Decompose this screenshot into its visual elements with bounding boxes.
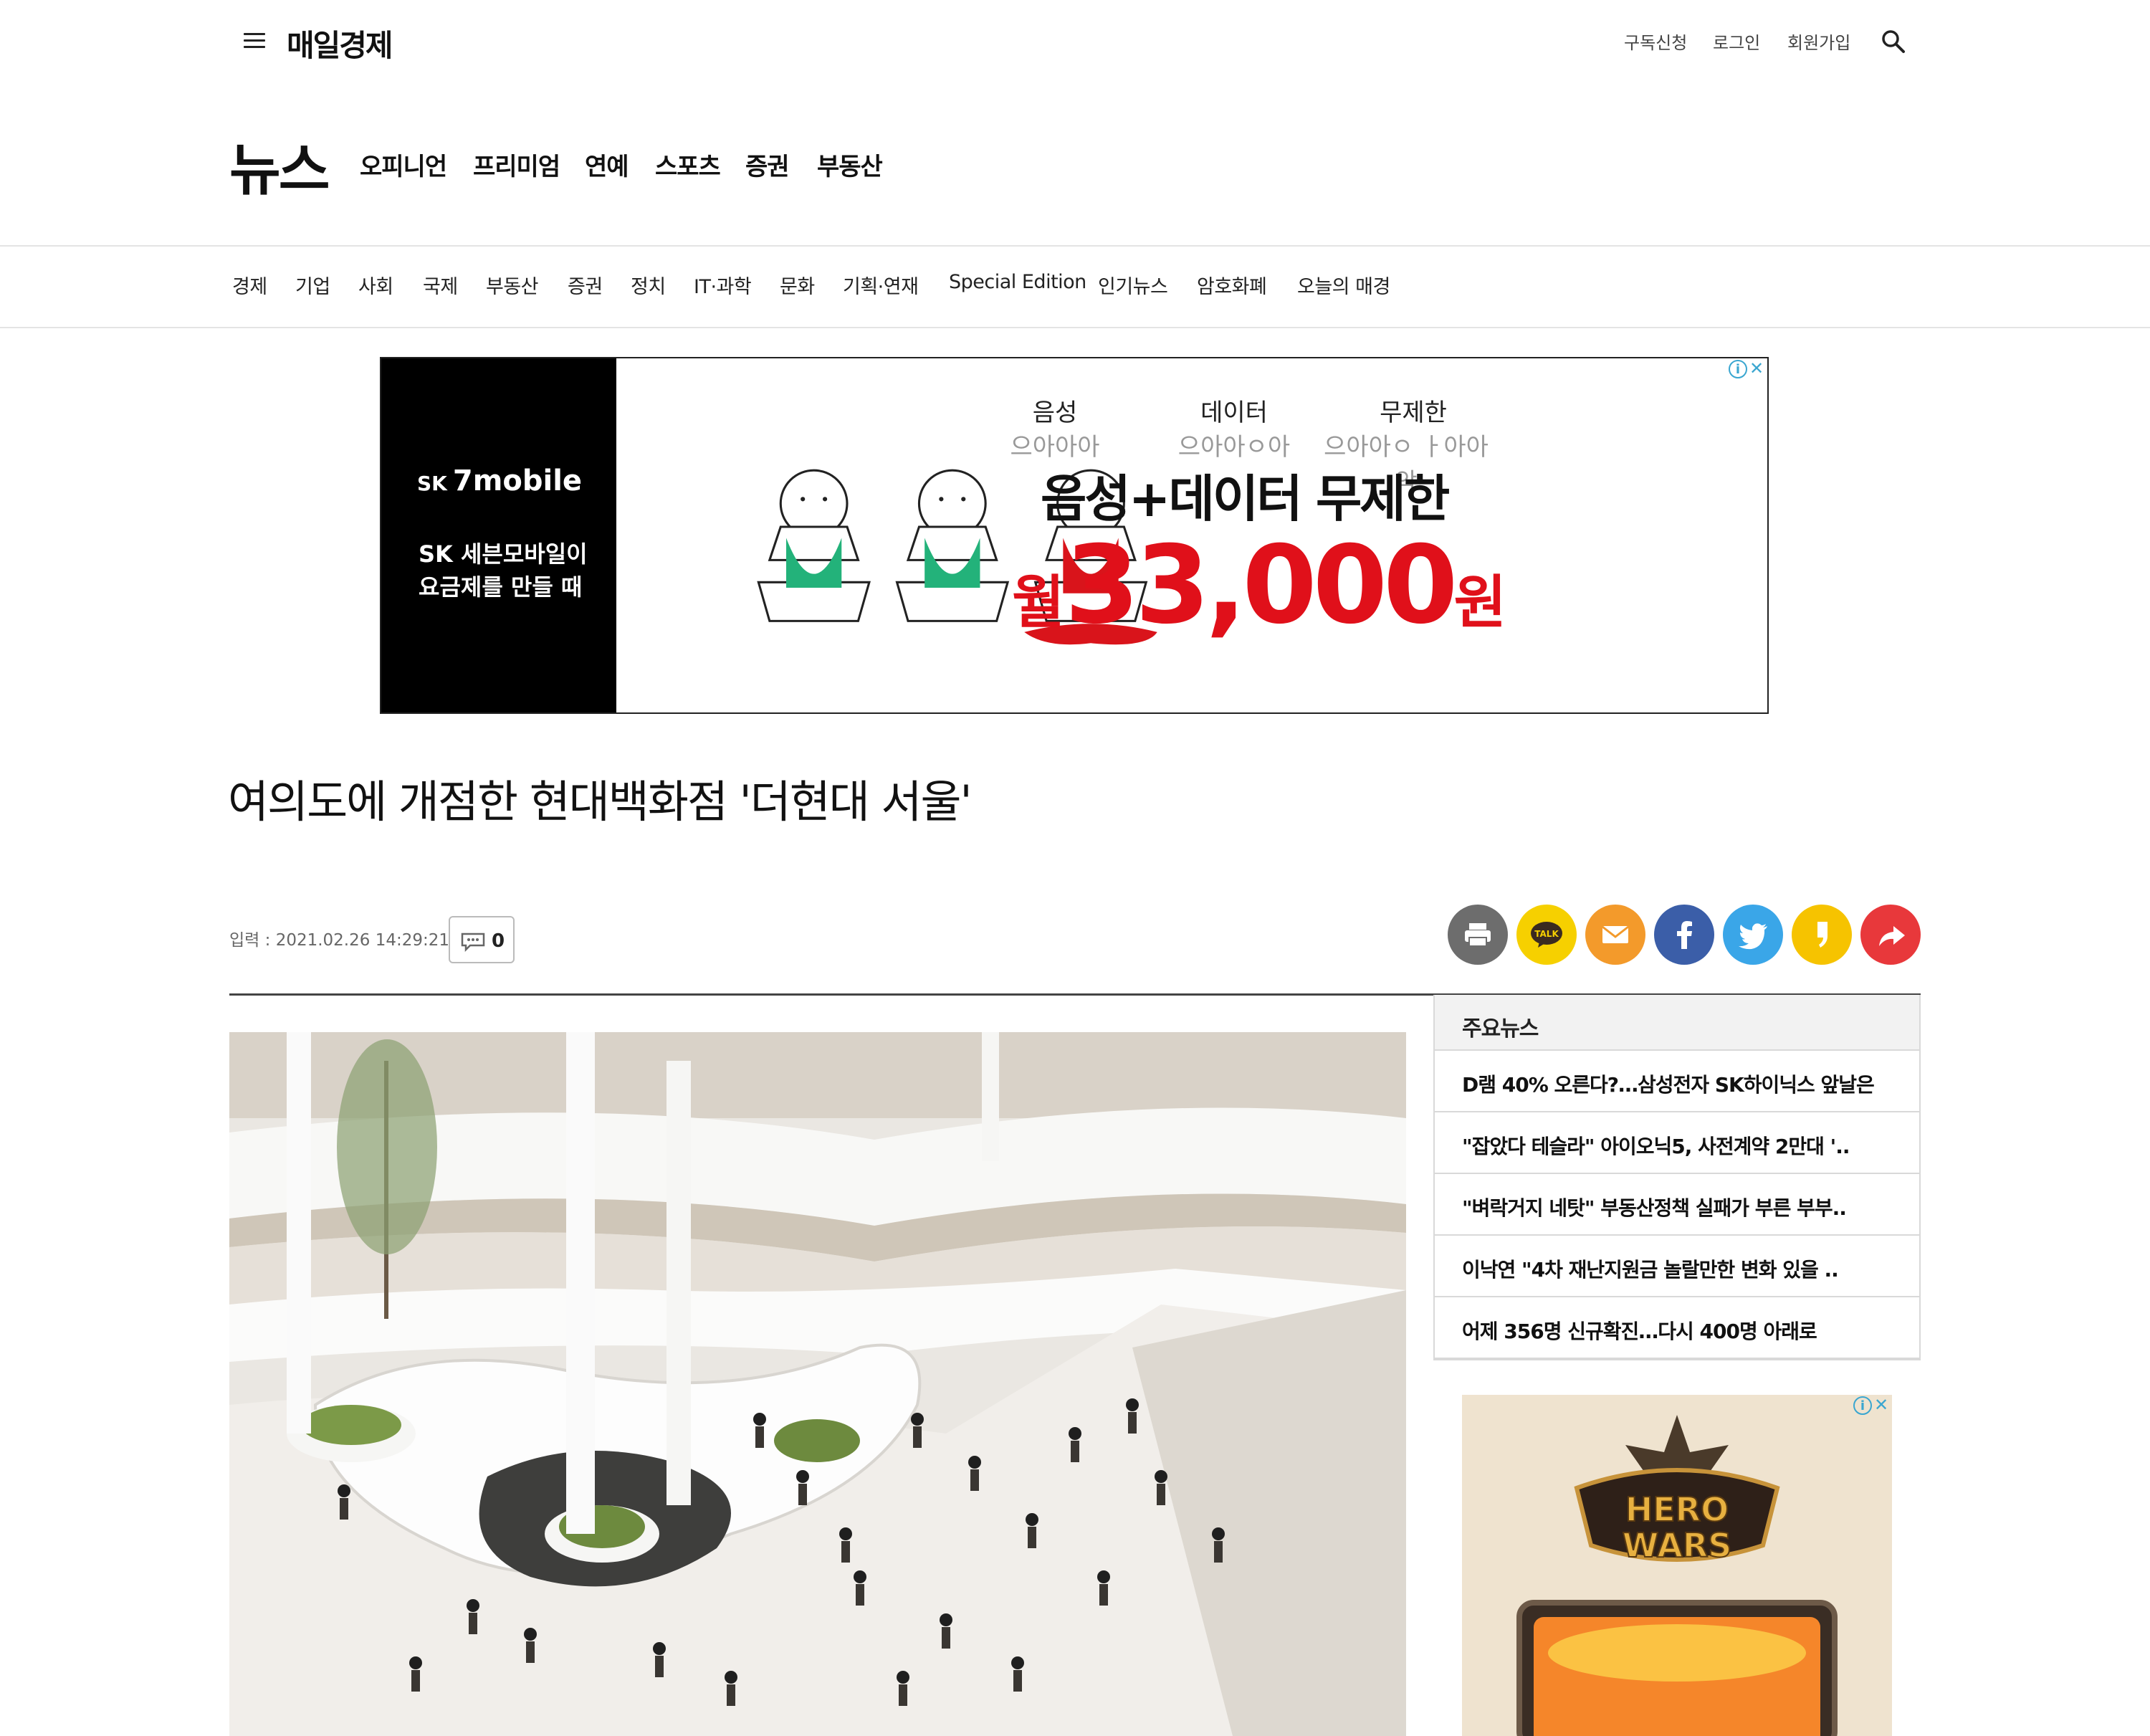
comment-icon — [461, 933, 485, 952]
article-headline: 여의도에 개점한 현대백화점 '더현대 서울' — [228, 776, 973, 828]
ad-close-icon[interactable]: ✕ — [1747, 360, 1766, 378]
ad-brand-panel: SK 7mobile SK 세븐모바일이 요금제를 만들 때 — [381, 358, 616, 712]
search-icon[interactable] — [1881, 29, 1906, 54]
ad-close-icon[interactable]: ✕ — [1872, 1396, 1891, 1415]
category-stocks[interactable]: 증권 — [568, 271, 603, 299]
email-button[interactable] — [1585, 905, 1645, 965]
ad-brand-logo: SK 7mobile — [417, 464, 583, 497]
section-title[interactable]: 뉴스 — [229, 125, 330, 206]
kakaostory-icon — [1792, 905, 1852, 965]
category-special-edition[interactable]: Special Edition — [949, 271, 1086, 293]
category-it-science[interactable]: IT·과학 — [694, 271, 752, 299]
category-todays-mk[interactable]: 오늘의 매경 — [1297, 271, 1390, 299]
category-popular-news[interactable]: 인기뉴스 — [1098, 271, 1168, 299]
category-society[interactable]: 사회 — [358, 271, 393, 299]
ad-label: 음성 — [1032, 399, 1078, 427]
menu-icon[interactable] — [244, 33, 265, 49]
ad-info-icon[interactable]: i — [1729, 360, 1747, 378]
twitter-button[interactable] — [1723, 905, 1783, 965]
kakaotalk-icon: TALK — [1516, 905, 1577, 965]
section-nav-realestate[interactable]: 부동산 — [817, 147, 883, 182]
top-news-panel: 주요뉴스 D램 40% 오른다?…삼성전자 SK하이닉스 앞날은 "잡았다 테슬… — [1433, 995, 1921, 1360]
category-business[interactable]: 기업 — [295, 271, 330, 299]
print-icon — [1448, 905, 1508, 965]
section-nav-premium[interactable]: 프리미엄 — [473, 147, 560, 182]
side-banner-ad[interactable]: HERO WARS i ✕ — [1462, 1395, 1892, 1736]
email-icon — [1585, 905, 1645, 965]
category-international[interactable]: 국제 — [423, 271, 458, 299]
category-features[interactable]: 기획·연재 — [843, 271, 919, 299]
top-news-header: 주요뉴스 — [1435, 995, 1919, 1051]
share-icon — [1860, 905, 1921, 965]
ad-logo-text: HERO — [1625, 1490, 1729, 1529]
comment-count: 0 — [492, 930, 505, 952]
kakaostory-button[interactable] — [1792, 905, 1852, 965]
hero-wars-ad-art: HERO WARS — [1462, 1395, 1892, 1736]
site-logo[interactable]: 매일경제 — [287, 22, 393, 65]
ad-copy: SK 세븐모바일이 — [419, 540, 588, 568]
section-nav-stocks[interactable]: 증권 — [745, 147, 790, 182]
ad-sublabel: 으아아ㅇ아 — [1177, 433, 1291, 462]
section-nav-sports[interactable]: 스포츠 — [655, 147, 721, 182]
top-news-item[interactable]: D램 40% 오른다?…삼성전자 SK하이닉스 앞날은 — [1435, 1051, 1919, 1112]
facebook-icon — [1654, 905, 1714, 965]
divider — [0, 245, 2150, 247]
section-nav-entertainment[interactable]: 연예 — [585, 147, 629, 182]
top-news-item[interactable]: "벼락거지 네탓" 부동산정책 실패가 부른 부부.. — [1435, 1174, 1919, 1236]
top-news-item[interactable]: "잡았다 테슬라" 아이오닉5, 사전계약 2만대 '.. — [1435, 1112, 1919, 1174]
category-realestate[interactable]: 부동산 — [486, 271, 539, 299]
category-politics[interactable]: 정치 — [631, 271, 666, 299]
ad-logo-text: WARS — [1623, 1526, 1732, 1565]
category-culture[interactable]: 문화 — [780, 271, 815, 299]
signup-link[interactable]: 회원가입 — [1787, 29, 1850, 54]
top-banner-ad[interactable]: SK 7mobile SK 세븐모바일이 요금제를 만들 때 음성 데이터 무제한… — [380, 357, 1769, 714]
print-button[interactable] — [1448, 905, 1508, 965]
ad-label: 무제한 — [1380, 399, 1447, 427]
top-news-title: 주요뉴스 — [1462, 1016, 1539, 1041]
ad-info-icon[interactable]: i — [1853, 1396, 1872, 1415]
ad-copy: 요금제를 만들 때 — [419, 573, 583, 601]
comment-button[interactable]: 0 — [449, 916, 515, 963]
kakaotalk-button[interactable]: TALK — [1516, 905, 1577, 965]
ad-headline: 음성+데이터 무제한 — [1041, 469, 1450, 528]
login-link[interactable]: 로그인 — [1713, 29, 1760, 54]
facebook-button[interactable] — [1654, 905, 1714, 965]
category-crypto[interactable]: 암호화폐 — [1197, 271, 1267, 299]
subscribe-link[interactable]: 구독신청 — [1624, 29, 1687, 54]
article-photo — [229, 1032, 1406, 1736]
share-button[interactable] — [1860, 905, 1921, 965]
ad-price: 월33,000원 — [1012, 523, 1507, 648]
twitter-icon — [1723, 905, 1783, 965]
section-nav-opinion[interactable]: 오피니언 — [360, 147, 447, 182]
top-news-item[interactable]: 어제 356명 신규확진…다시 400명 아래로 — [1435, 1297, 1919, 1359]
divider — [0, 327, 2150, 328]
svg-text:TALK: TALK — [1534, 929, 1559, 939]
top-news-item[interactable]: 이낙연 "4차 재난지원금 놀랄만한 변화 있을 .. — [1435, 1236, 1919, 1297]
article-byline: 입력 : 2021.02.26 14:29:21 — [229, 931, 449, 950]
ad-label: 데이터 — [1200, 399, 1268, 427]
category-economy[interactable]: 경제 — [232, 271, 267, 299]
